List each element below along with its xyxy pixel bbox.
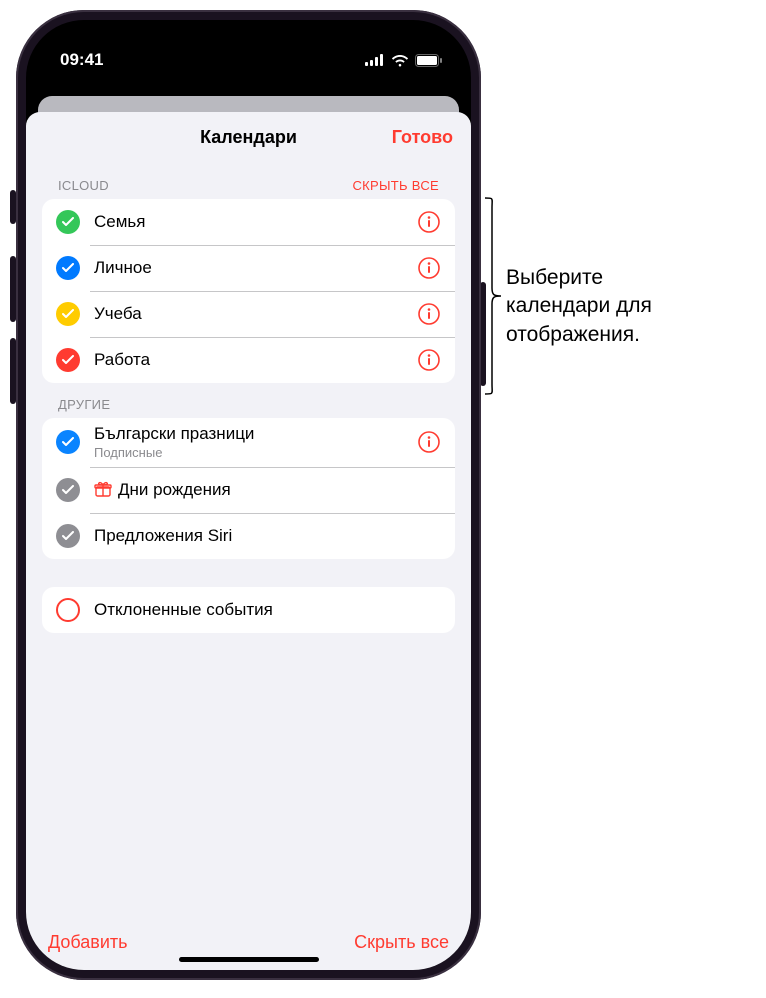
calendar-sublabel: Подписные <box>94 445 409 461</box>
declined-card: Отклоненные события <box>42 587 455 633</box>
calendar-row-birthdays[interactable]: Дни рождения <box>42 467 455 513</box>
info-icon[interactable] <box>417 348 441 372</box>
cellular-icon <box>365 54 385 66</box>
callout-bracket <box>484 196 502 396</box>
declined-label: Отклоненные события <box>94 600 441 620</box>
calendar-row-school[interactable]: Учеба <box>42 291 455 337</box>
section-title-other: ДРУГИЕ <box>58 397 110 412</box>
checkmark-icon[interactable] <box>56 348 80 372</box>
checkmark-icon[interactable] <box>56 210 80 234</box>
calendar-label: Учеба <box>94 304 409 324</box>
checkmark-icon[interactable] <box>56 430 80 454</box>
checkmark-icon[interactable] <box>56 302 80 326</box>
calendar-label: Български празници <box>94 424 409 444</box>
calendar-label: Дни рождения <box>94 480 441 500</box>
sheet-header: Календари Готово <box>26 112 471 164</box>
screen: 09:41 Календари Готово <box>26 20 471 970</box>
gift-icon <box>94 480 112 498</box>
icloud-calendars-card: Семья Личное <box>42 199 455 383</box>
info-icon[interactable] <box>417 210 441 234</box>
calendar-row-work[interactable]: Работа <box>42 337 455 383</box>
home-indicator[interactable] <box>179 957 319 962</box>
section-title-icloud: ICLOUD <box>58 178 109 193</box>
calendar-row-holidays[interactable]: Български празници Подписные <box>42 418 455 467</box>
calendar-label-text: Дни рождения <box>118 480 231 499</box>
hide-all-button[interactable]: Скрыть все <box>354 932 449 953</box>
section-header-icloud: ICLOUD СКРЫТЬ ВСЕ <box>42 164 455 199</box>
calendar-label: Семья <box>94 212 409 232</box>
calendar-row-personal[interactable]: Личное <box>42 245 455 291</box>
info-icon[interactable] <box>417 302 441 326</box>
checkmark-icon[interactable] <box>56 478 80 502</box>
unchecked-circle-icon[interactable] <box>56 598 80 622</box>
add-calendar-button[interactable]: Добавить <box>48 932 128 953</box>
callout-text: Выберите календари для отображения. <box>506 264 652 349</box>
declined-events-row[interactable]: Отклоненные события <box>42 587 455 633</box>
dynamic-island <box>185 38 313 74</box>
callout-line: Выберите <box>506 264 652 292</box>
calendars-sheet: Календари Готово ICLOUD СКРЫТЬ ВСЕ Семья <box>26 112 471 970</box>
callout-line: отображения. <box>506 321 652 349</box>
calendar-label: Личное <box>94 258 409 278</box>
info-icon[interactable] <box>417 430 441 454</box>
battery-icon <box>415 54 443 67</box>
section-header-other: ДРУГИЕ <box>42 383 455 418</box>
status-time: 09:41 <box>60 50 103 70</box>
other-calendars-card: Български празници Подписные <box>42 418 455 559</box>
sheet-title: Календари <box>200 127 297 148</box>
done-button[interactable]: Готово <box>392 112 453 163</box>
info-icon[interactable] <box>417 256 441 280</box>
calendar-row-family[interactable]: Семья <box>42 199 455 245</box>
hide-all-icloud-button[interactable]: СКРЫТЬ ВСЕ <box>352 178 439 193</box>
checkmark-icon[interactable] <box>56 524 80 548</box>
calendar-label: Предложения Siri <box>94 526 441 546</box>
calendar-label: Работа <box>94 350 409 370</box>
callout-line: календари для <box>506 292 652 320</box>
sheet-content: ICLOUD СКРЫТЬ ВСЕ Семья <box>26 164 471 916</box>
phone-frame: 09:41 Календари Готово <box>16 10 481 980</box>
checkmark-icon[interactable] <box>56 256 80 280</box>
wifi-icon <box>391 54 409 67</box>
calendar-row-siri[interactable]: Предложения Siri <box>42 513 455 559</box>
